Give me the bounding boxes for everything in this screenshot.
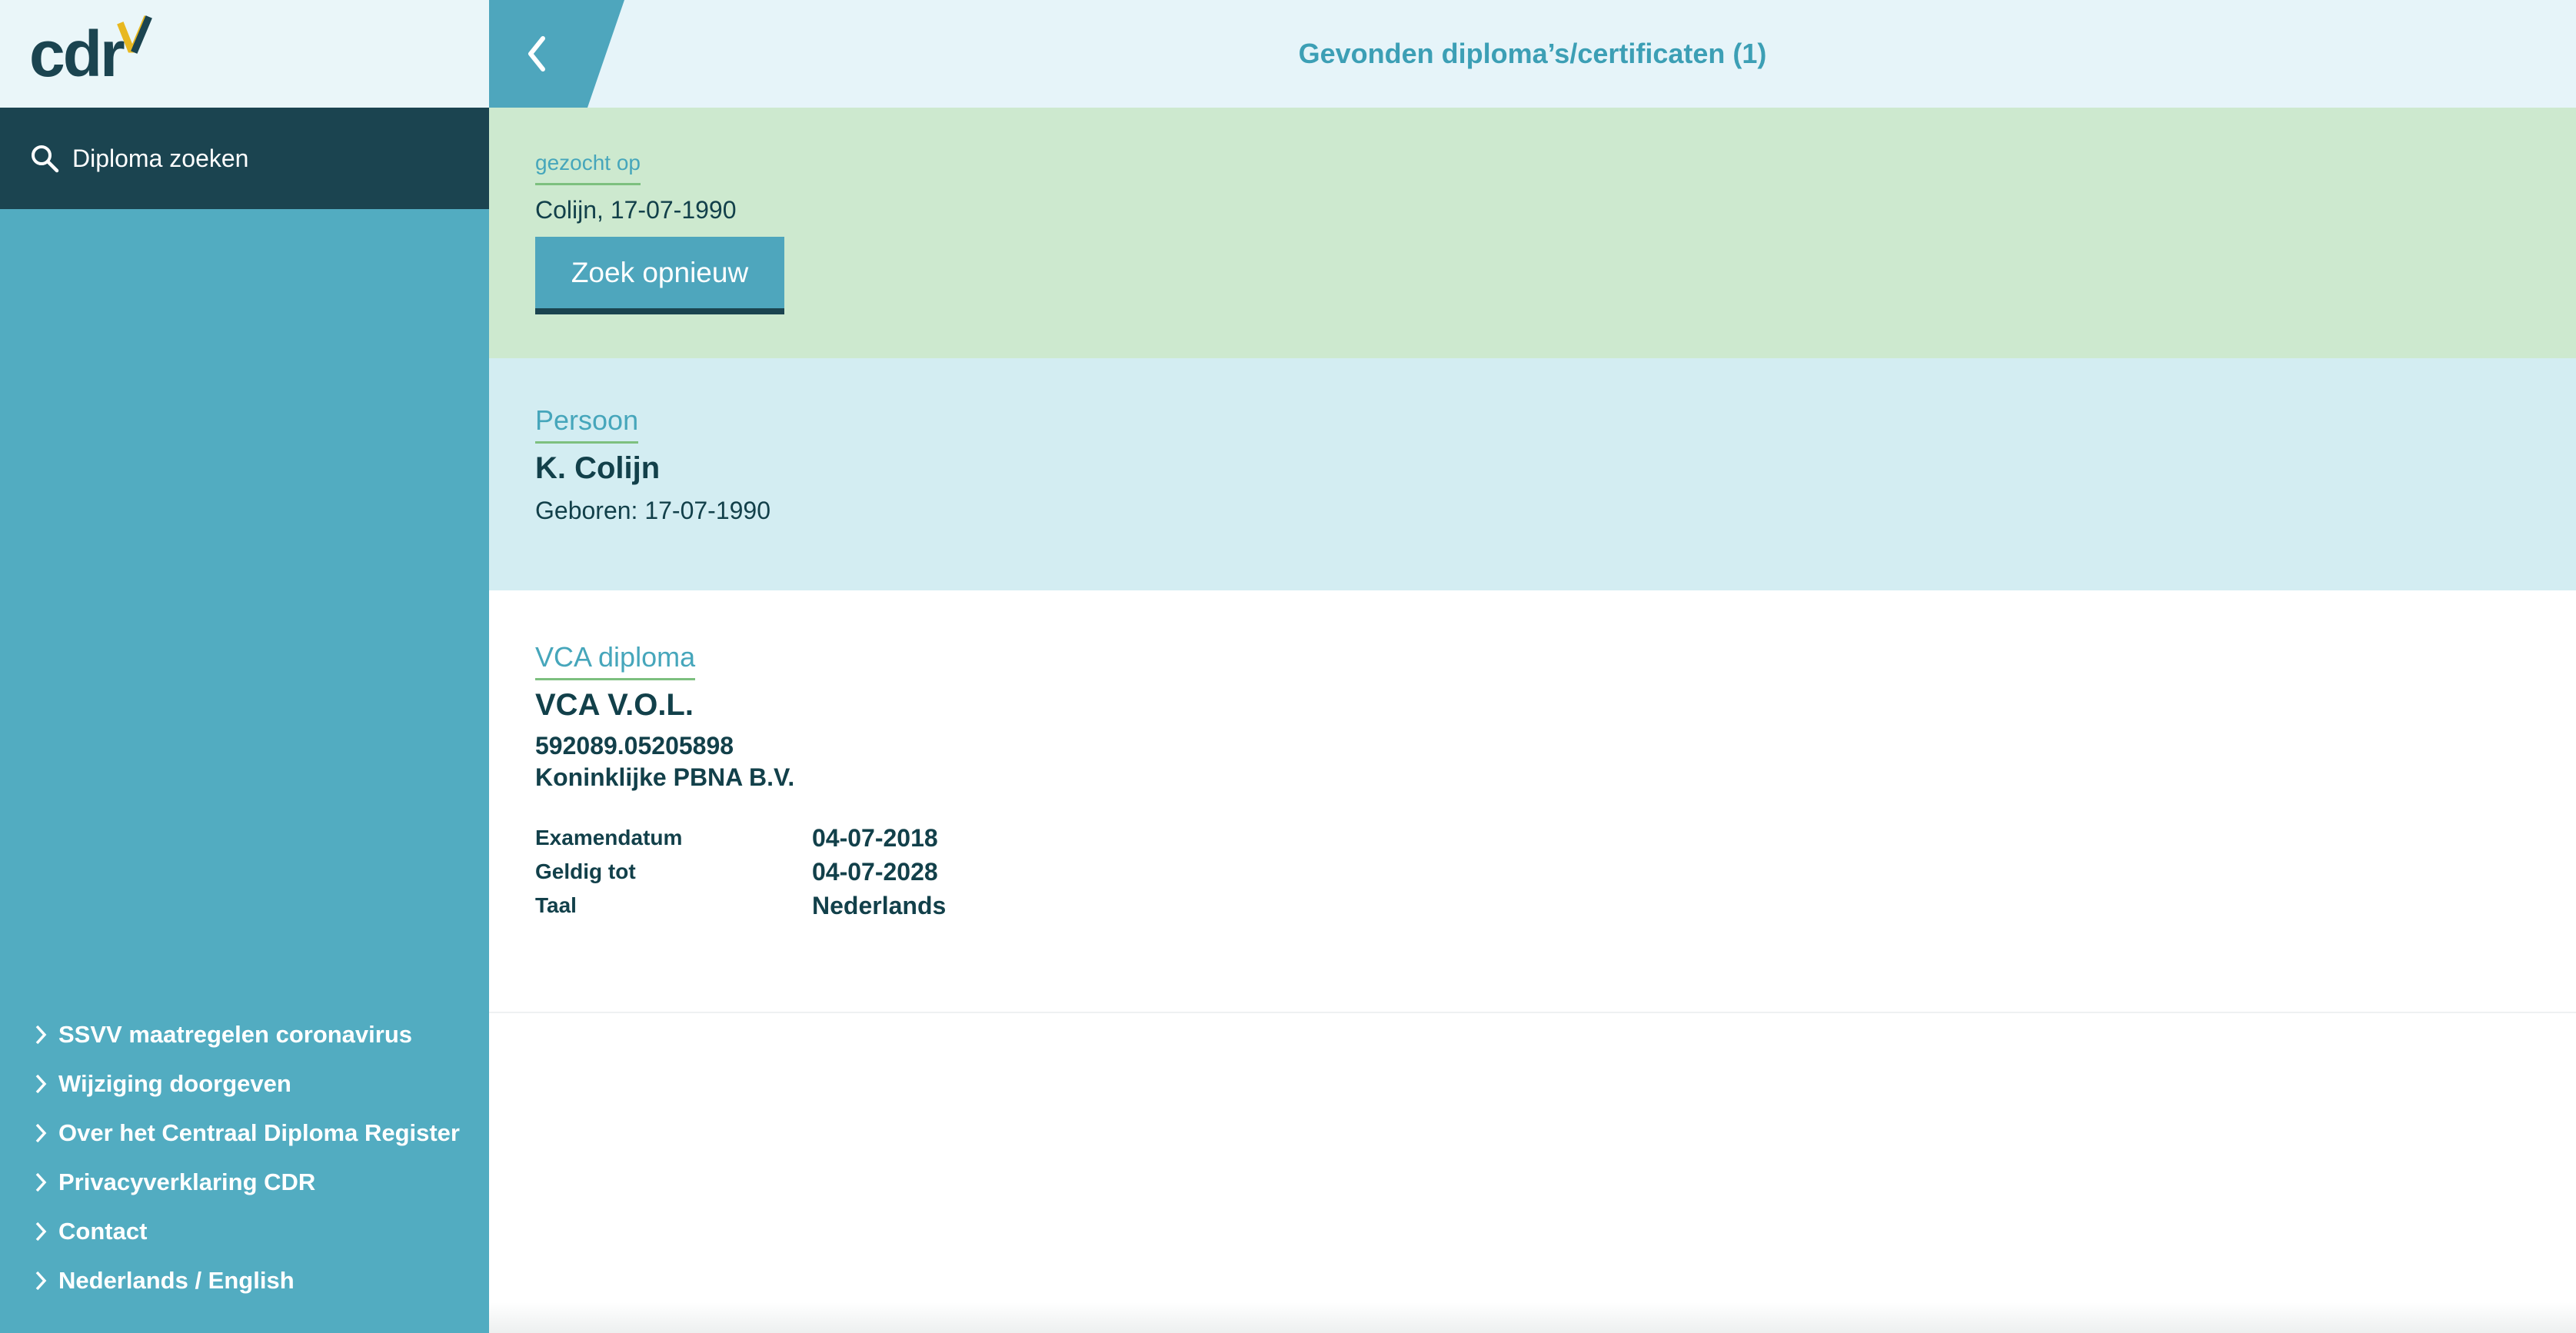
detail-value: 04-07-2018 <box>812 823 938 852</box>
chevron-right-icon <box>35 1123 47 1143</box>
detail-key: Examendatum <box>535 826 683 849</box>
footer-link-label: Over het Centraal Diploma Register <box>58 1119 460 1146</box>
diploma-name: VCA V.O.L. <box>535 688 694 722</box>
chevron-right-icon <box>35 1025 47 1045</box>
footer-link-label: SSVV maatregelen coronavirus <box>58 1021 413 1048</box>
cdr-logo[interactable]: cdr <box>29 15 152 86</box>
diploma-details: Examendatum 04-07-2018 Geldig tot 04-07-… <box>535 821 2576 922</box>
diploma-issuer: Koninklijke PBNA B.V. <box>535 763 795 791</box>
footer-link-label: Wijziging doorgeven <box>58 1070 291 1097</box>
detail-value: 04-07-2028 <box>812 857 938 886</box>
person-name: K. Colijn <box>535 451 661 485</box>
back-button[interactable] <box>489 0 624 108</box>
footer-link-ssvv-coronavirus[interactable]: SSVV maatregelen coronavirus <box>34 1010 460 1059</box>
detail-row-examendatum: Examendatum 04-07-2018 <box>535 821 2576 855</box>
logo-text: cdr <box>29 18 125 90</box>
back-button-shape <box>489 0 624 108</box>
sidebar: cdr Diploma zoeken SSVV maatregelen coro… <box>0 0 489 1333</box>
footer-link-language[interactable]: Nederlands / English <box>34 1256 460 1305</box>
search-summary-panel: gezocht op Colijn, 17-07-1990 Zoek opnie… <box>489 108 2576 358</box>
search-summary-label: gezocht op <box>535 151 641 185</box>
sidebar-item-label: Diploma zoeken <box>72 144 249 172</box>
diploma-number: 592089.05205898 <box>535 732 734 760</box>
search-again-button[interactable]: Zoek opnieuw <box>535 237 784 314</box>
page-title: Gevonden diploma’s/certificaten (1) <box>1298 38 1767 69</box>
detail-row-geldig-tot: Geldig tot 04-07-2028 <box>535 855 2576 889</box>
footer-link-privacyverklaring[interactable]: Privacyverklaring CDR <box>34 1158 460 1207</box>
footer-link-label: Contact <box>58 1218 148 1245</box>
detail-value: Nederlands <box>812 891 947 919</box>
footer-link-label: Nederlands / English <box>58 1267 295 1294</box>
chevron-right-icon <box>35 1074 47 1094</box>
diploma-section-label: VCA diploma <box>535 641 696 680</box>
search-icon <box>32 145 59 173</box>
detail-row-taal: Taal Nederlands <box>535 889 2576 922</box>
sidebar-item-diploma-zoeken[interactable]: Diploma zoeken <box>0 108 489 209</box>
chevron-right-icon <box>35 1271 47 1291</box>
detail-key: Geldig tot <box>535 859 636 883</box>
chevron-right-icon <box>35 1222 47 1242</box>
logo-bar: cdr <box>0 0 489 108</box>
person-section-label: Persoon <box>535 404 639 444</box>
chevron-right-icon <box>35 1172 47 1192</box>
footer-link-contact[interactable]: Contact <box>34 1207 460 1256</box>
person-birthdate: Geboren: 17-07-1990 <box>535 497 770 524</box>
footer-link-wijziging-doorgeven[interactable]: Wijziging doorgeven <box>34 1059 460 1109</box>
bottom-shadow <box>489 1302 2576 1333</box>
footer-link-label: Privacyverklaring CDR <box>58 1168 316 1195</box>
logo-check-icon <box>117 15 152 54</box>
footer-link-over-cdr[interactable]: Over het Centraal Diploma Register <box>34 1109 460 1158</box>
topbar: Gevonden diploma’s/certificaten (1) <box>489 0 2576 108</box>
diploma-card: VCA diploma VCA V.O.L. 592089.05205898 K… <box>489 590 2576 1013</box>
detail-key: Taal <box>535 893 577 917</box>
search-summary-value: Colijn, 17-07-1990 <box>535 196 737 224</box>
person-panel: Persoon K. Colijn Geboren: 17-07-1990 <box>489 358 2576 590</box>
main-content: Gevonden diploma’s/certificaten (1) gezo… <box>489 0 2576 1333</box>
footer-links: SSVV maatregelen coronavirus Wijziging d… <box>34 1010 460 1305</box>
